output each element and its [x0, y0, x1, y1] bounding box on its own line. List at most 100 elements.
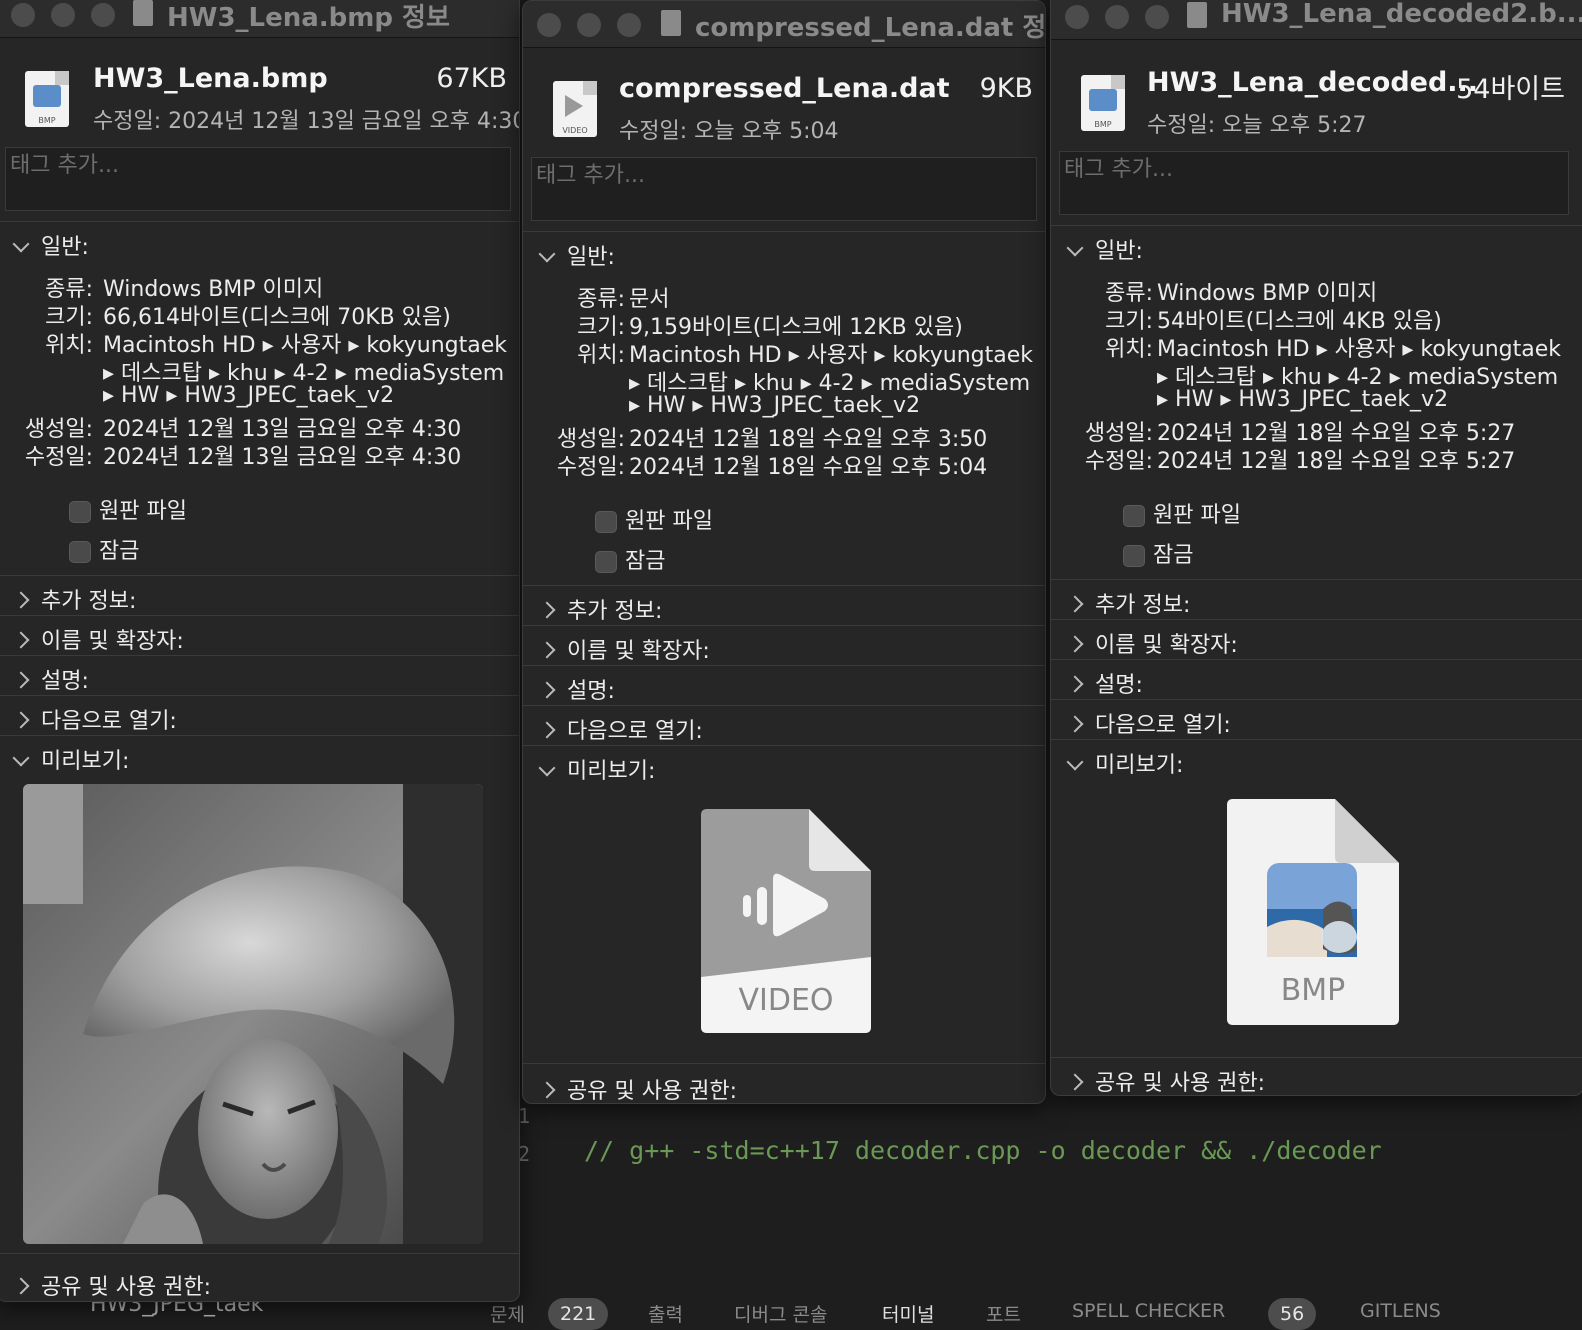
- section-general[interactable]: 일반:: [1066, 233, 1143, 265]
- section-more-info[interactable]: 추가 정보:: [1066, 587, 1190, 619]
- video-file-icon[interactable]: VIDEO: [553, 81, 597, 137]
- section-comments[interactable]: 설명:: [12, 663, 89, 695]
- section-name-extension[interactable]: 이름 및 확장자:: [12, 623, 184, 655]
- tag-input[interactable]: [6, 148, 510, 210]
- chevron-right-icon: [538, 681, 556, 699]
- section-open-with[interactable]: 다음으로 열기:: [12, 703, 177, 735]
- section-sharing[interactable]: 공유 및 사용 권한:: [1066, 1065, 1265, 1095]
- chevron-right-icon: [1066, 675, 1084, 693]
- tab-ports[interactable]: 포트: [986, 1300, 1021, 1327]
- chevron-down-icon: [12, 749, 30, 767]
- divider: [0, 221, 519, 222]
- value-modified: 2024년 12월 13일 금요일 오후 4:30: [103, 445, 462, 470]
- bmp-document-preview: BMP: [1227, 799, 1399, 1025]
- section-name-extension[interactable]: 이름 및 확장자:: [1066, 627, 1238, 659]
- code-comment[interactable]: // g++ -std=c++17 decoder.cpp -o decoder…: [584, 1136, 1382, 1165]
- file-size-short: 9KB: [979, 73, 1033, 104]
- section-preview[interactable]: 미리보기:: [12, 743, 129, 775]
- info-window-compressed-dat: compressed_Lena.dat 정보 VIDEO compressed_…: [522, 0, 1046, 1104]
- section-name-extension[interactable]: 이름 및 확장자:: [538, 633, 710, 665]
- close-button[interactable]: [11, 3, 35, 27]
- value-modified: 2024년 12월 18일 수요일 오후 5:27: [1157, 449, 1516, 474]
- tab-problems[interactable]: 문제: [490, 1300, 525, 1327]
- section-comments[interactable]: 설명:: [538, 673, 615, 705]
- zoom-button[interactable]: [1145, 5, 1169, 29]
- spell-count-badge: 56: [1268, 1298, 1317, 1330]
- chevron-right-icon: [12, 671, 30, 689]
- chevron-down-icon: [12, 235, 30, 253]
- video-document-preview: VIDEO: [701, 809, 871, 1033]
- section-more-info[interactable]: 추가 정보:: [12, 583, 136, 615]
- modified-short: 수정일: 오늘 오후 5:27: [1147, 113, 1367, 138]
- section-open-with[interactable]: 다음으로 열기:: [1066, 707, 1231, 739]
- stationery-checkbox[interactable]: 원판 파일: [595, 503, 713, 535]
- checkbox-box[interactable]: [1123, 545, 1145, 567]
- zoom-button[interactable]: [91, 3, 115, 27]
- tab-terminal[interactable]: 터미널: [882, 1300, 934, 1327]
- section-more-info[interactable]: 추가 정보:: [538, 593, 662, 625]
- section-comments[interactable]: 설명:: [1066, 667, 1143, 699]
- bmp-file-icon[interactable]: BMP: [1081, 75, 1125, 131]
- locked-checkbox[interactable]: 잠금: [1123, 537, 1193, 569]
- chevron-right-icon: [1066, 635, 1084, 653]
- file-size-short: 54바이트: [1456, 74, 1565, 105]
- chevron-right-icon: [12, 631, 30, 649]
- info-window-lena-bmp: HW3_Lena.bmp 정보 BMP HW3_Lena.bmp 67KB 수정…: [0, 0, 520, 1302]
- label-where: 위치:: [1105, 337, 1153, 362]
- section-sharing[interactable]: 공유 및 사용 권한:: [538, 1073, 737, 1103]
- zoom-button[interactable]: [617, 13, 641, 37]
- label-modified: 수정일:: [556, 455, 625, 480]
- stationery-checkbox[interactable]: 원판 파일: [1123, 497, 1241, 529]
- section-general[interactable]: 일반:: [538, 239, 615, 271]
- minimize-button[interactable]: [577, 13, 601, 37]
- minimize-button[interactable]: [51, 3, 75, 27]
- preview-label: VIDEO: [738, 983, 834, 1018]
- chevron-right-icon: [538, 601, 556, 619]
- locked-checkbox[interactable]: 잠금: [69, 533, 139, 565]
- title-bar[interactable]: HW3_Lena.bmp 정보: [0, 0, 519, 38]
- modified-short: 수정일: 2024년 12월 13일 금요일 오후 4:30: [93, 109, 520, 134]
- title-bar[interactable]: HW3_Lena_decoded2.b...: [1051, 0, 1582, 40]
- tag-input[interactable]: [1060, 152, 1568, 214]
- tab-output[interactable]: 출력: [648, 1300, 683, 1327]
- document-icon: [661, 10, 681, 36]
- chevron-right-icon: [12, 711, 30, 729]
- chevron-right-icon: [12, 591, 30, 609]
- tab-debug-console[interactable]: 디버그 콘솔: [734, 1300, 827, 1327]
- section-sharing[interactable]: 공유 및 사용 권한:: [12, 1269, 211, 1301]
- preview-label: BMP: [1280, 973, 1346, 1008]
- close-button[interactable]: [1065, 5, 1089, 29]
- checkbox-box[interactable]: [69, 541, 91, 563]
- value-where-3: ▸ HW ▸ HW3_JPEC_taek_v2: [629, 393, 921, 418]
- minimize-button[interactable]: [1105, 5, 1129, 29]
- tag-field[interactable]: [1059, 151, 1569, 215]
- info-window-decoded-bmp: HW3_Lena_decoded2.b... BMP HW3_Lena_deco…: [1050, 0, 1582, 1096]
- problems-count-badge: 221: [548, 1298, 609, 1330]
- chevron-right-icon: [538, 641, 556, 659]
- section-general[interactable]: 일반:: [12, 229, 89, 261]
- title-bar[interactable]: compressed_Lena.dat 정보: [523, 1, 1045, 48]
- section-preview[interactable]: 미리보기:: [538, 753, 655, 785]
- chevron-down-icon: [1066, 239, 1084, 257]
- tag-field[interactable]: [531, 157, 1037, 221]
- section-open-with[interactable]: 다음으로 열기:: [538, 713, 703, 745]
- section-preview[interactable]: 미리보기:: [1066, 747, 1183, 779]
- value-where-3: ▸ HW ▸ HW3_JPEC_taek_v2: [1157, 387, 1449, 412]
- document-icon: [1187, 2, 1207, 28]
- window-title: compressed_Lena.dat 정보: [695, 13, 1046, 43]
- chevron-down-icon: [1066, 753, 1084, 771]
- tag-input[interactable]: [532, 158, 1036, 220]
- checkbox-box[interactable]: [595, 551, 617, 573]
- locked-checkbox[interactable]: 잠금: [595, 543, 665, 575]
- tag-field[interactable]: [5, 147, 511, 211]
- checkbox-box[interactable]: [1123, 505, 1145, 527]
- bmp-file-icon[interactable]: BMP: [25, 71, 69, 127]
- checkbox-box[interactable]: [595, 511, 617, 533]
- stationery-checkbox[interactable]: 원판 파일: [69, 493, 187, 525]
- tab-gitlens[interactable]: GITLENS: [1360, 1300, 1441, 1322]
- lena-photo-thumbnail: [23, 784, 483, 1244]
- tab-spell-checker[interactable]: SPELL CHECKER: [1072, 1300, 1225, 1322]
- close-button[interactable]: [537, 13, 561, 37]
- checkbox-box[interactable]: [69, 501, 91, 523]
- label-modified: 수정일:: [24, 445, 93, 470]
